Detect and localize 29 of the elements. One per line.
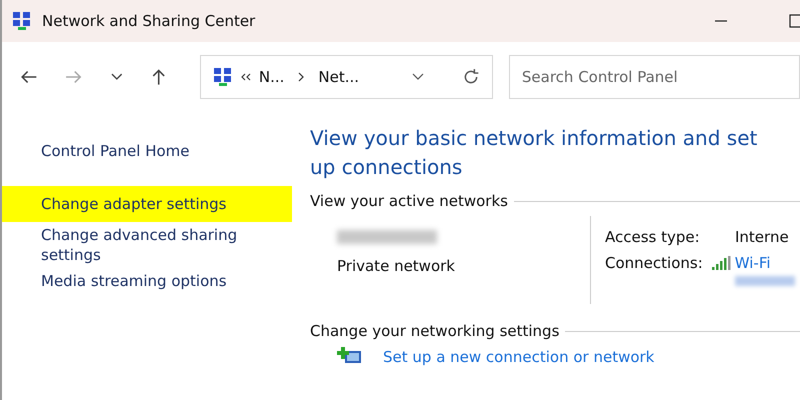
search-field[interactable]: Search Control Panel: [508, 55, 800, 99]
network-icon: [12, 11, 32, 31]
breadcrumb[interactable]: Net...: [318, 68, 360, 86]
sidebar-link[interactable]: Media streaming options: [2, 268, 292, 294]
network-icon: [212, 67, 233, 87]
access-type-value: Interne: [735, 228, 789, 246]
setup-connection-link[interactable]: Set up a new connection or network: [383, 348, 654, 366]
chevron-down-icon[interactable]: [110, 73, 122, 81]
address-bar[interactable]: N... Net...: [200, 55, 493, 99]
maximize-icon[interactable]: [788, 14, 800, 28]
network-type: Private network: [337, 257, 455, 275]
signal-bars-icon: [710, 256, 731, 270]
wifi-link[interactable]: Wi-Fi: [734, 254, 771, 272]
section-title: Change your networking settings: [310, 322, 560, 340]
connections-label: Connections:: [605, 254, 703, 272]
blurred-text: [735, 276, 795, 286]
access-type-label: Access type:: [605, 228, 701, 246]
section-title: View your active networks: [310, 192, 508, 210]
refresh-icon[interactable]: [462, 68, 480, 86]
chevron-down-icon[interactable]: [412, 73, 424, 81]
sidebar-link[interactable]: Change advanced sharing settings: [2, 222, 292, 268]
double-chevron-icon[interactable]: [240, 73, 251, 81]
chevron-right-icon[interactable]: [298, 72, 304, 82]
back-arrow-icon[interactable]: [20, 68, 38, 86]
sidebar-link[interactable]: Change adapter settings: [2, 186, 292, 222]
window-title: Network and Sharing Center: [42, 12, 256, 30]
sidebar-link[interactable]: Control Panel Home: [2, 138, 292, 164]
page-heading: View your basic network information and set up connections: [310, 125, 758, 181]
breadcrumb[interactable]: N...: [258, 68, 284, 86]
